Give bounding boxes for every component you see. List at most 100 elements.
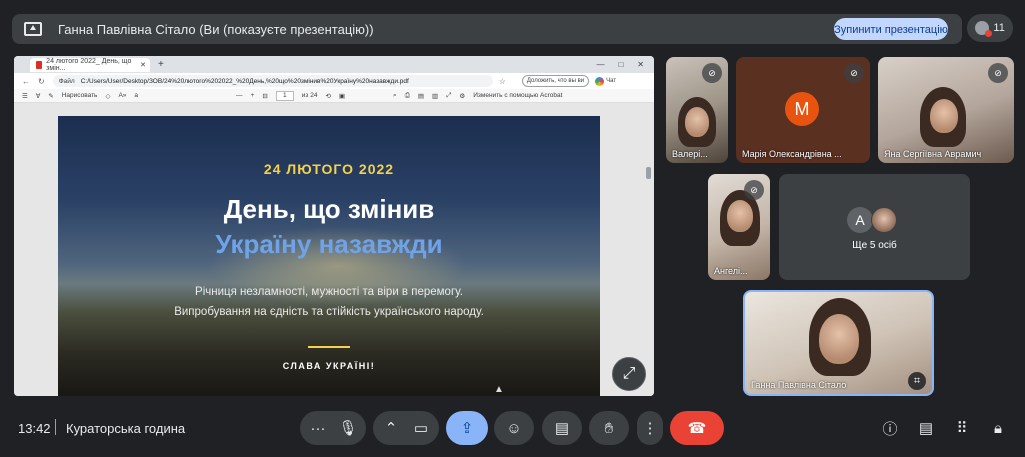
save-as-icon[interactable]: ▥: [432, 92, 438, 100]
star-icon[interactable]: ☆: [499, 77, 506, 86]
window-controls: — □ ✕: [596, 60, 644, 69]
chevron-up-icon[interactable]: ⌃: [376, 411, 406, 445]
new-tab-icon[interactable]: +: [158, 59, 164, 70]
rotate-icon[interactable]: ⟲: [325, 92, 330, 100]
participant-face: [727, 200, 753, 232]
browser-tab[interactable]: 24 лютого 2022_ День, що змін... ✕: [30, 57, 150, 72]
highlight-icon[interactable]: ∀: [36, 92, 40, 100]
ask-copilot-input[interactable]: Доложить, что вы ви: [521, 75, 590, 87]
zoom-out-icon[interactable]: —: [236, 92, 243, 99]
pdf-scrollbar[interactable]: [646, 153, 651, 396]
maximize-icon[interactable]: □: [618, 60, 623, 69]
stop-presenting-button[interactable]: Зупинити презентацію: [834, 18, 948, 40]
slide-divider: [308, 346, 350, 348]
participant-tile-2[interactable]: M ⊘ Марія Олександрівна ...: [736, 57, 870, 163]
emoji-icon[interactable]: ☺: [494, 411, 534, 445]
copilot-icon[interactable]: [595, 76, 605, 86]
fit-icon[interactable]: ⊟: [262, 92, 267, 100]
back-icon[interactable]: ←: [22, 77, 30, 86]
participant-face: [685, 107, 709, 137]
participant-name: Валері...: [672, 149, 708, 159]
tab-title: 24 лютого 2022_ День, що змін...: [46, 57, 132, 72]
browser-addressbar: ← ↻ Файл C:/Users/User/Desktop/ЗОВ/24%20…: [14, 73, 654, 89]
participant-name: Ангелі...: [714, 266, 748, 276]
chat-label[interactable]: Чат: [606, 78, 616, 84]
shared-screen: 24 лютого 2022_ День, що змін... ✕ + — □…: [14, 56, 654, 396]
mic-off-icon: ⊘: [744, 180, 764, 200]
presentation-banner: Ганна Павлівна Сітало (Ви (показуєте пре…: [12, 14, 962, 44]
raise-hand-icon[interactable]: ✋︎: [589, 411, 629, 445]
close-icon[interactable]: ✕: [140, 61, 146, 69]
url-file-label: Файл: [58, 77, 75, 85]
presenter-title: Ганна Павлівна Сітало (Ви (показуєте пре…: [58, 21, 374, 37]
draw-label[interactable]: Нарисовать: [62, 92, 98, 99]
more-participants-tile[interactable]: A Ще 5 осіб: [779, 174, 970, 280]
host-controls-icon[interactable]: 🔒︎: [987, 417, 1009, 439]
participant-avatar: M: [785, 92, 819, 126]
mic-off-icon: ⊘: [988, 63, 1008, 83]
pdf-viewer: 24 ЛЮТОГО 2022 День, що змінив Україну н…: [14, 103, 654, 396]
minimize-icon[interactable]: —: [596, 60, 604, 69]
people-icon: [975, 21, 993, 37]
mic-off-icon: ⊘: [702, 63, 722, 83]
print-icon[interactable]: ⎙: [405, 92, 410, 100]
zoom-in-icon[interactable]: +: [251, 92, 255, 99]
pdf-toolbar: ☰ ∀ ✎ Нарисовать ◇ A» a — + ⊟ 1 из 24 ⟲ …: [14, 89, 654, 103]
chat-icon[interactable]: ▤: [915, 417, 937, 439]
read-aloud-icon[interactable]: A»: [118, 92, 126, 99]
mouse-cursor-icon: ▲: [494, 384, 504, 395]
acrobat-button[interactable]: Изменить с помощью Acrobat: [473, 92, 562, 99]
eraser-icon[interactable]: ◇: [105, 92, 110, 100]
page-total: из 24: [301, 92, 318, 99]
participant-face: [819, 314, 859, 364]
slide-subtitle-line1: Річниця незламності, мужності та віри в …: [195, 286, 463, 298]
audio-options-icon[interactable]: ···: [303, 411, 333, 445]
participant-avatar: A: [847, 207, 873, 233]
clock: 13:42: [18, 421, 51, 436]
slide-date: 24 ЛЮТОГО 2022: [263, 161, 395, 177]
draw-icon[interactable]: ✎: [48, 92, 53, 100]
reload-icon[interactable]: ↻: [38, 77, 45, 86]
participant-tile-3[interactable]: ⊘ Яна Сергіївна Аврамич: [878, 57, 1014, 163]
present-now-icon[interactable]: ⇪: [446, 411, 488, 445]
url-input[interactable]: Файл C:/Users/User/Desktop/ЗОВ/24%20люто…: [52, 75, 493, 87]
settings-icon[interactable]: ⚙: [459, 92, 465, 100]
apps-icon[interactable]: ⠿: [951, 417, 973, 439]
slide-page: 24 ЛЮТОГО 2022 День, що змінив Україну н…: [58, 116, 600, 396]
save-icon[interactable]: ▤: [418, 92, 424, 100]
pdf-icon: [36, 60, 43, 69]
present-icon: [24, 22, 42, 36]
list-icon[interactable]: ☰: [22, 92, 28, 100]
slide-title-line2: Україну назавжди: [215, 229, 443, 259]
participant-tile-4[interactable]: ⊘ Ангелі...: [708, 174, 770, 280]
mic-icon[interactable]: 🎙︎: [333, 411, 363, 445]
participant-tile-1[interactable]: ⊘ Валері...: [666, 57, 728, 163]
crop-icon[interactable]: ⌗: [908, 372, 926, 390]
search-icon[interactable]: ⌕: [393, 92, 397, 100]
slide-subtitle-line2: Випробування на єдність та стійкість укр…: [174, 306, 484, 318]
hangup-icon[interactable]: ☎︎: [670, 411, 724, 445]
participants-count: 11: [993, 22, 1005, 34]
page-number-input[interactable]: 1: [275, 90, 294, 101]
layout-icon[interactable]: ▣: [339, 92, 345, 100]
camera-icon[interactable]: ▭: [406, 411, 436, 445]
mic-control-group: ··· 🎙︎: [300, 411, 366, 445]
participants-chip[interactable]: 11: [967, 14, 1013, 42]
self-view-tile[interactable]: Ганна Павлівна Сітало ⌗: [743, 290, 934, 396]
slide-footer: СЛАВА УКРАЇНІ!: [282, 361, 376, 371]
self-name: Ганна Павлівна Сітало: [751, 380, 847, 390]
meet-window: Ганна Павлівна Сітало (Ви (показуєте пре…: [0, 0, 1025, 457]
info-icon[interactable]: ⓘ: [879, 417, 901, 439]
window-close-icon[interactable]: ✕: [637, 60, 644, 69]
fullscreen-icon[interactable]: ⤢: [446, 92, 451, 100]
expand-icon[interactable]: ⤢: [612, 357, 646, 391]
browser-tabbar: 24 лютого 2022_ День, що змін... ✕ + — □…: [14, 56, 654, 73]
more-participants-label: Ще 5 осіб: [852, 240, 897, 251]
participant-name: Яна Сергіївна Аврамич: [884, 149, 982, 159]
mic-off-icon: ⊘: [844, 63, 864, 83]
captions-icon[interactable]: ▤: [542, 411, 582, 445]
camera-control-group: ⌃ ▭: [373, 411, 439, 445]
participant-name: Марія Олександрівна ...: [742, 149, 842, 159]
more-vert-icon[interactable]: ⋮: [637, 411, 663, 445]
text-icon[interactable]: a: [134, 92, 138, 99]
